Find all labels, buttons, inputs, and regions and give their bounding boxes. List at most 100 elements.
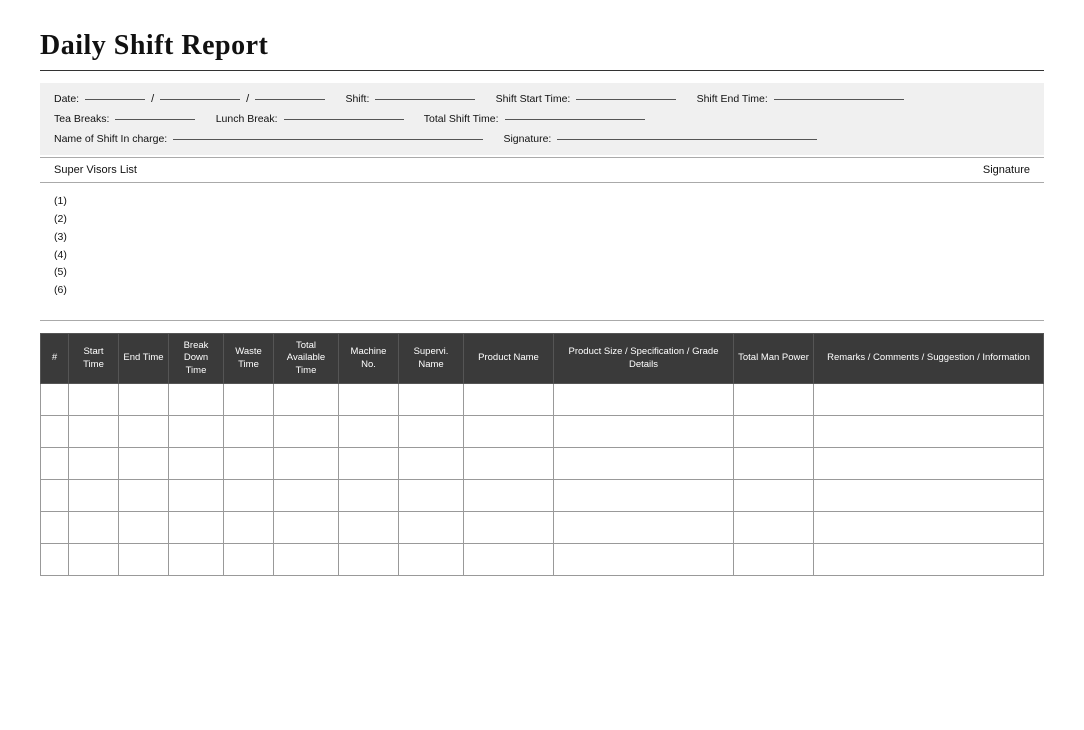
table-cell[interactable]: [399, 544, 464, 576]
col-machine-no: Machine No.: [339, 334, 399, 384]
table-cell[interactable]: [119, 480, 169, 512]
table-cell[interactable]: [224, 512, 274, 544]
table-cell[interactable]: [339, 384, 399, 416]
table-header-row: # Start Time End Time Break Down Time Wa…: [41, 334, 1044, 384]
table-cell[interactable]: [41, 384, 69, 416]
table-row[interactable]: [41, 512, 1044, 544]
table-cell[interactable]: [169, 448, 224, 480]
table-cell[interactable]: [464, 544, 554, 576]
table-cell[interactable]: [734, 544, 814, 576]
table-cell[interactable]: [274, 384, 339, 416]
table-cell[interactable]: [41, 544, 69, 576]
table-cell[interactable]: [274, 480, 339, 512]
table-cell[interactable]: [41, 448, 69, 480]
table-cell[interactable]: [464, 480, 554, 512]
table-cell[interactable]: [119, 416, 169, 448]
table-cell[interactable]: [399, 416, 464, 448]
table-cell[interactable]: [69, 416, 119, 448]
table-cell[interactable]: [734, 480, 814, 512]
shift-start-field[interactable]: [576, 99, 676, 100]
tea-breaks-field[interactable]: [115, 119, 195, 120]
table-row[interactable]: [41, 480, 1044, 512]
table-cell[interactable]: [339, 544, 399, 576]
table-cell[interactable]: [734, 416, 814, 448]
table-cell[interactable]: [554, 544, 734, 576]
table-cell[interactable]: [274, 448, 339, 480]
table-cell[interactable]: [734, 384, 814, 416]
table-cell[interactable]: [554, 512, 734, 544]
table-cell[interactable]: [464, 512, 554, 544]
table-cell[interactable]: [69, 384, 119, 416]
table-cell[interactable]: [274, 512, 339, 544]
list-item: (1): [54, 193, 1030, 211]
table-cell[interactable]: [41, 480, 69, 512]
table-row[interactable]: [41, 448, 1044, 480]
col-supervi-name: Supervi. Name: [399, 334, 464, 384]
table-cell[interactable]: [169, 416, 224, 448]
table-cell[interactable]: [399, 448, 464, 480]
shift-end-field[interactable]: [774, 99, 904, 100]
table-cell[interactable]: [734, 512, 814, 544]
table-cell[interactable]: [399, 384, 464, 416]
table-cell[interactable]: [224, 544, 274, 576]
table-cell[interactable]: [69, 544, 119, 576]
table-cell[interactable]: [399, 512, 464, 544]
table-cell[interactable]: [69, 480, 119, 512]
table-cell[interactable]: [554, 384, 734, 416]
table-cell[interactable]: [464, 384, 554, 416]
table-cell[interactable]: [119, 384, 169, 416]
table-cell[interactable]: [274, 544, 339, 576]
table-cell[interactable]: [224, 480, 274, 512]
table-cell[interactable]: [814, 512, 1044, 544]
table-cell[interactable]: [169, 480, 224, 512]
table-cell[interactable]: [554, 480, 734, 512]
date-field-1[interactable]: [85, 99, 145, 100]
table-cell[interactable]: [554, 448, 734, 480]
total-shift-field[interactable]: [505, 119, 645, 120]
table-cell[interactable]: [41, 512, 69, 544]
table-row[interactable]: [41, 544, 1044, 576]
shift-table: # Start Time End Time Break Down Time Wa…: [40, 333, 1044, 576]
table-cell[interactable]: [339, 512, 399, 544]
table-cell[interactable]: [69, 448, 119, 480]
table-cell[interactable]: [41, 416, 69, 448]
supervisors-signature-label: Signature: [983, 164, 1030, 176]
table-cell[interactable]: [464, 416, 554, 448]
table-cell[interactable]: [464, 448, 554, 480]
table-cell[interactable]: [814, 384, 1044, 416]
table-cell[interactable]: [339, 416, 399, 448]
table-row[interactable]: [41, 416, 1044, 448]
table-cell[interactable]: [119, 544, 169, 576]
table-cell[interactable]: [169, 384, 224, 416]
table-cell[interactable]: [274, 416, 339, 448]
table-cell[interactable]: [224, 416, 274, 448]
table-cell[interactable]: [119, 448, 169, 480]
date-field-3[interactable]: [255, 99, 325, 100]
lunch-break-field[interactable]: [284, 119, 404, 120]
table-row[interactable]: [41, 384, 1044, 416]
name-sig-row: Name of Shift In charge: Signature:: [54, 133, 1030, 145]
table-cell[interactable]: [554, 416, 734, 448]
table-cell[interactable]: [814, 544, 1044, 576]
table-cell[interactable]: [814, 480, 1044, 512]
table-cell[interactable]: [169, 544, 224, 576]
supervisors-list: (1) (2) (3) (4) (5) (6): [40, 187, 1044, 310]
date-field-2[interactable]: [160, 99, 240, 100]
date-label: Date:: [54, 93, 79, 105]
signature-field[interactable]: [557, 139, 817, 140]
signature-label: Signature:: [503, 133, 551, 145]
table-cell[interactable]: [224, 384, 274, 416]
shift-field[interactable]: [375, 99, 475, 100]
table-cell[interactable]: [224, 448, 274, 480]
table-cell[interactable]: [734, 448, 814, 480]
table-cell[interactable]: [69, 512, 119, 544]
table-cell[interactable]: [119, 512, 169, 544]
table-cell[interactable]: [169, 512, 224, 544]
name-field[interactable]: [173, 139, 483, 140]
table-cell[interactable]: [399, 480, 464, 512]
table-cell[interactable]: [339, 448, 399, 480]
table-cell[interactable]: [814, 448, 1044, 480]
header-info-section: Date: / / Shift: Shift Start Time: Shift…: [40, 83, 1044, 155]
table-cell[interactable]: [339, 480, 399, 512]
table-cell[interactable]: [814, 416, 1044, 448]
